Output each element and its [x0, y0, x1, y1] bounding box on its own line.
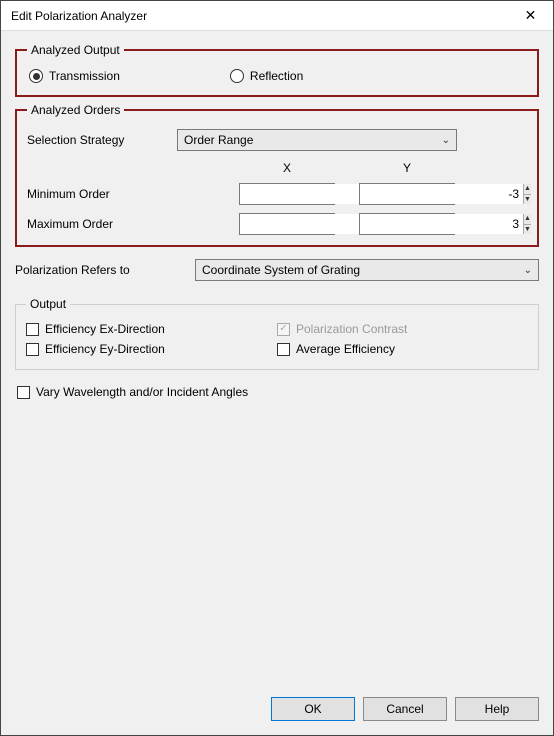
average-efficiency-checkbox[interactable]: Average Efficiency: [277, 339, 528, 359]
checkbox-icon: [26, 343, 39, 356]
spin-down-icon[interactable]: ▼: [524, 195, 531, 205]
transmission-label: Transmission: [49, 69, 120, 83]
efficiency-ex-checkbox[interactable]: Efficiency Ex-Direction: [26, 319, 277, 339]
maximum-order-label: Maximum Order: [27, 217, 227, 231]
spin-up-icon[interactable]: ▲: [524, 184, 531, 195]
dialog-content: Analyzed Output Transmission Reflection …: [1, 31, 553, 735]
transmission-radio[interactable]: Transmission: [29, 69, 120, 83]
ok-button[interactable]: OK: [271, 697, 355, 721]
button-bar: OK Cancel Help: [15, 687, 539, 725]
reflection-label: Reflection: [250, 69, 303, 83]
selection-strategy-row: Selection Strategy Order Range ⌄: [27, 129, 527, 151]
polarization-refers-row: Polarization Refers to Coordinate System…: [15, 259, 539, 281]
selection-strategy-value: Order Range: [184, 133, 253, 147]
output-group: Output Efficiency Ex-Direction Efficienc…: [15, 297, 539, 370]
polarization-contrast-label: Polarization Contrast: [296, 322, 407, 336]
analyzed-output-group: Analyzed Output Transmission Reflection: [15, 43, 539, 97]
reflection-radio[interactable]: Reflection: [230, 69, 303, 83]
efficiency-ey-label: Efficiency Ey-Direction: [45, 342, 165, 356]
average-efficiency-label: Average Efficiency: [296, 342, 395, 356]
orders-grid: X Y Minimum Order ▲ ▼: [27, 161, 527, 235]
window-title: Edit Polarization Analyzer: [11, 9, 147, 23]
minimum-order-label: Minimum Order: [27, 187, 227, 201]
min-order-y-spinner[interactable]: ▲ ▼: [359, 183, 455, 205]
analyzed-output-legend: Analyzed Output: [27, 43, 124, 57]
max-order-y-input[interactable]: [360, 214, 523, 234]
close-icon: ✕: [525, 7, 537, 24]
checkbox-icon: [17, 386, 30, 399]
column-x-header: X: [227, 161, 347, 175]
max-order-y-spinner[interactable]: ▲ ▼: [359, 213, 455, 235]
minimum-order-row: Minimum Order ▲ ▼: [27, 183, 527, 205]
vary-wavelength-checkbox[interactable]: Vary Wavelength and/or Incident Angles: [17, 382, 537, 402]
checkbox-icon: ✓: [277, 323, 290, 336]
selection-strategy-select[interactable]: Order Range ⌄: [177, 129, 457, 151]
analyzed-orders-group: Analyzed Orders Selection Strategy Order…: [15, 103, 539, 247]
radio-icon: [230, 69, 244, 83]
chevron-down-icon: ⌄: [524, 265, 532, 276]
orders-header: X Y: [27, 161, 527, 175]
help-button[interactable]: Help: [455, 697, 539, 721]
selection-strategy-label: Selection Strategy: [27, 133, 177, 147]
polarization-refers-value: Coordinate System of Grating: [202, 263, 360, 277]
maximum-order-row: Maximum Order ▲ ▼: [27, 213, 527, 235]
max-order-x-spinner[interactable]: ▲ ▼: [239, 213, 335, 235]
titlebar: Edit Polarization Analyzer ✕: [1, 1, 553, 31]
output-legend: Output: [26, 297, 70, 311]
spacer: [15, 414, 539, 681]
cancel-label: Cancel: [386, 702, 423, 716]
efficiency-ey-checkbox[interactable]: Efficiency Ey-Direction: [26, 339, 277, 359]
column-y-header: Y: [347, 161, 467, 175]
spin-up-icon[interactable]: ▲: [524, 214, 531, 225]
efficiency-ex-label: Efficiency Ex-Direction: [45, 322, 165, 336]
min-order-y-input[interactable]: [360, 184, 523, 204]
cancel-button[interactable]: Cancel: [363, 697, 447, 721]
help-label: Help: [485, 702, 510, 716]
checkbox-icon: [277, 343, 290, 356]
checkbox-icon: [26, 323, 39, 336]
close-button[interactable]: ✕: [508, 1, 553, 31]
ok-label: OK: [304, 702, 321, 716]
polarization-contrast-checkbox: ✓ Polarization Contrast: [277, 319, 528, 339]
analyzed-orders-legend: Analyzed Orders: [27, 103, 124, 117]
vary-wavelength-label: Vary Wavelength and/or Incident Angles: [36, 385, 248, 399]
analyzed-output-options: Transmission Reflection: [27, 65, 527, 85]
spin-down-icon[interactable]: ▼: [524, 225, 531, 235]
chevron-down-icon: ⌄: [442, 135, 450, 146]
radio-icon: [29, 69, 43, 83]
polarization-refers-label: Polarization Refers to: [15, 263, 195, 277]
min-order-x-spinner[interactable]: ▲ ▼: [239, 183, 335, 205]
polarization-refers-select[interactable]: Coordinate System of Grating ⌄: [195, 259, 539, 281]
dialog-window: Edit Polarization Analyzer ✕ Analyzed Ou…: [0, 0, 554, 736]
